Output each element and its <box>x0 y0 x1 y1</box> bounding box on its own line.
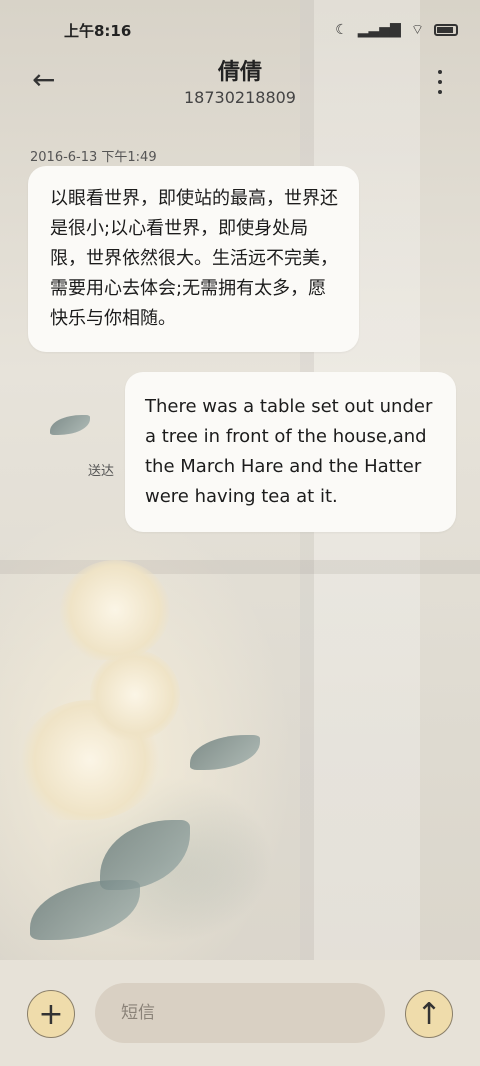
status-time: 上午8:16 <box>64 21 132 40</box>
send-button[interactable]: ↑ <box>405 990 453 1038</box>
status-icons: ☾ ▂▃▅▇ ⌔ <box>335 21 458 39</box>
compose-bar: + ↑ <box>0 960 480 1066</box>
flower-decoration <box>90 650 180 740</box>
add-attachment-button[interactable]: + <box>27 990 75 1038</box>
more-options-icon[interactable] <box>436 70 444 94</box>
contact-number: 18730218809 <box>184 88 296 107</box>
plus-icon: + <box>38 996 64 1032</box>
outgoing-message-bubble[interactable]: There was a table set out under a tree i… <box>125 372 456 532</box>
window-shadow <box>0 560 480 574</box>
leaf-decoration <box>50 415 90 435</box>
moon-icon: ☾ <box>335 22 348 38</box>
flower-decoration <box>60 560 170 660</box>
conversation-header: ← 倩倩 18730218809 <box>0 54 480 114</box>
signal-icon: ▂▃▅▇ <box>357 22 401 38</box>
arrow-up-icon: ↑ <box>416 996 442 1032</box>
wifi-icon: ⌔ <box>410 22 424 38</box>
leaf-decoration <box>30 880 140 940</box>
incoming-message-bubble[interactable]: 以眼看世界，即使站的最高，世界还是很小;以心看世界，即使身处局限，世界依然很大。… <box>28 166 359 352</box>
contact-name: 倩倩 <box>217 60 262 85</box>
message-timestamp: 2016-6-13 下午1:49 <box>30 150 157 165</box>
message-input[interactable] <box>95 983 385 1043</box>
leaf-decoration <box>190 735 260 770</box>
battery-icon <box>434 24 458 36</box>
delivery-status: 送达 <box>88 464 115 479</box>
status-bar: 上午8:16 ☾ ▂▃▅▇ ⌔ <box>0 0 480 60</box>
